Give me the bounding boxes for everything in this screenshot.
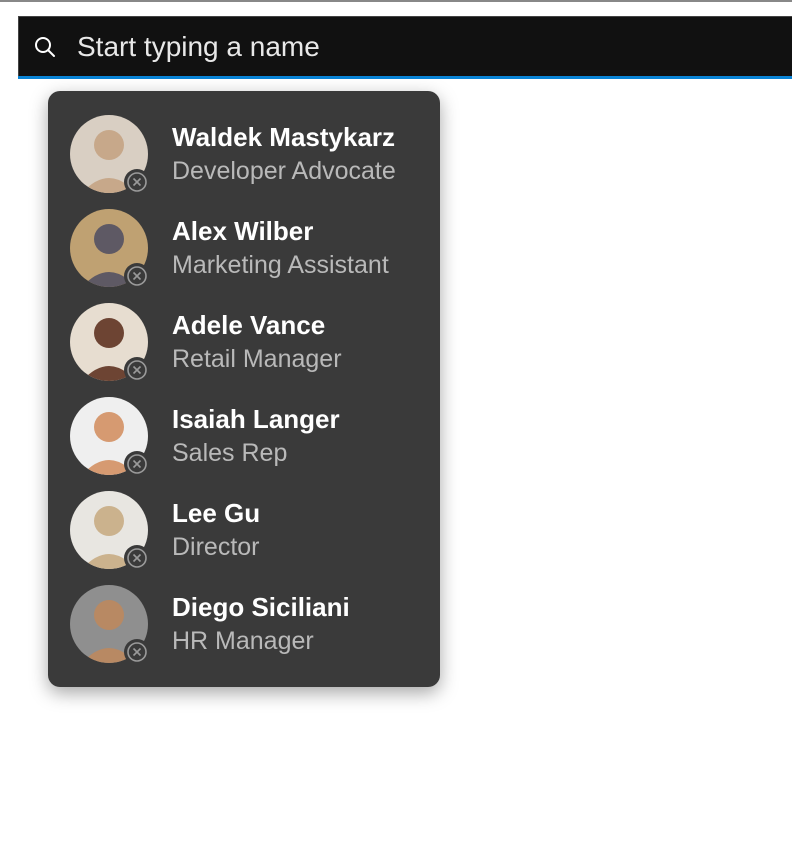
search-input[interactable] xyxy=(59,30,780,64)
people-dropdown: Waldek Mastykarz Developer Advocate Alex… xyxy=(48,91,440,687)
person-item[interactable]: Alex Wilber Marketing Assistant xyxy=(48,201,440,295)
person-title: HR Manager xyxy=(172,626,350,656)
search-bar[interactable] xyxy=(18,16,792,76)
person-name: Lee Gu xyxy=(172,498,260,529)
person-item[interactable]: Waldek Mastykarz Developer Advocate xyxy=(48,107,440,201)
remove-badge-icon[interactable] xyxy=(124,451,150,477)
search-underline xyxy=(18,76,792,79)
search-icon xyxy=(31,33,59,61)
remove-badge-icon[interactable] xyxy=(124,545,150,571)
person-name: Waldek Mastykarz xyxy=(172,122,396,153)
person-title: Sales Rep xyxy=(172,438,340,468)
person-name: Adele Vance xyxy=(172,310,342,341)
remove-badge-icon[interactable] xyxy=(124,169,150,195)
avatar xyxy=(70,397,148,475)
avatar xyxy=(70,303,148,381)
avatar xyxy=(70,209,148,287)
avatar xyxy=(70,491,148,569)
person-name: Diego Siciliani xyxy=(172,592,350,623)
avatar xyxy=(70,115,148,193)
remove-badge-icon[interactable] xyxy=(124,263,150,289)
person-item[interactable]: Diego Siciliani HR Manager xyxy=(48,577,440,671)
person-name: Isaiah Langer xyxy=(172,404,340,435)
person-name: Alex Wilber xyxy=(172,216,389,247)
window-top-border xyxy=(0,0,792,2)
person-title: Developer Advocate xyxy=(172,156,396,186)
person-title: Marketing Assistant xyxy=(172,250,389,280)
person-title: Retail Manager xyxy=(172,344,342,374)
person-title: Director xyxy=(172,532,260,562)
remove-badge-icon[interactable] xyxy=(124,639,150,665)
person-item[interactable]: Lee Gu Director xyxy=(48,483,440,577)
person-item[interactable]: Adele Vance Retail Manager xyxy=(48,295,440,389)
remove-badge-icon[interactable] xyxy=(124,357,150,383)
person-item[interactable]: Isaiah Langer Sales Rep xyxy=(48,389,440,483)
avatar xyxy=(70,585,148,663)
